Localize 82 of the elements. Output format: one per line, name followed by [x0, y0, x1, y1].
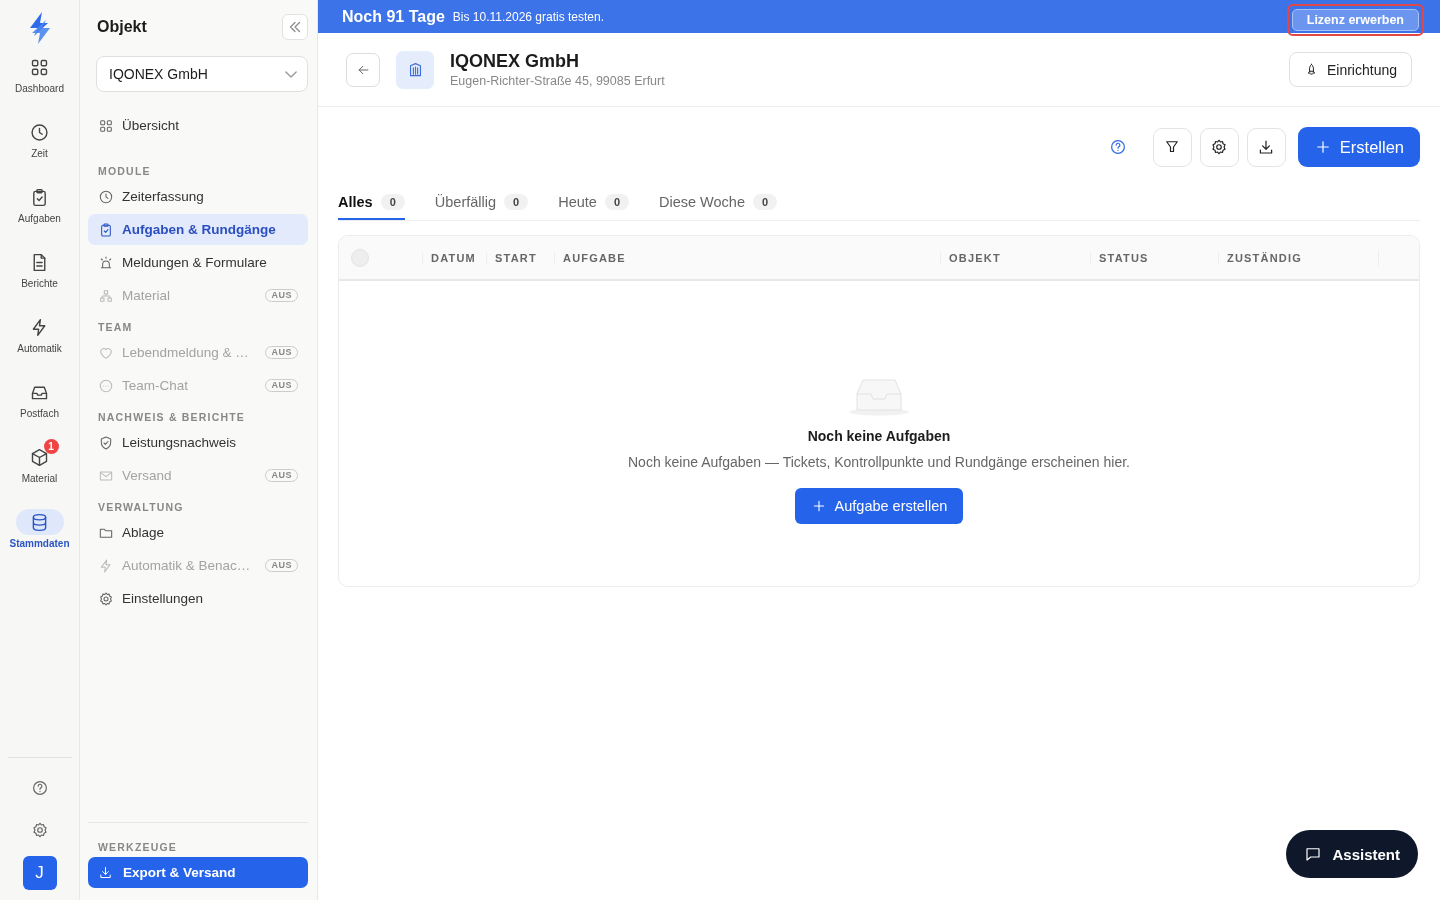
filter-button[interactable]: [1152, 127, 1192, 167]
chevron-down-icon: [285, 70, 297, 78]
column-header: ZUSTÄNDIG: [1218, 251, 1378, 264]
rail-label: Berichte: [21, 278, 58, 289]
banner-text: Bis 10.11.2026 gratis testen.: [452, 9, 605, 24]
clipboard-icon: [98, 221, 114, 238]
section-heading: VERWALTUNG: [97, 501, 185, 513]
sidebar-item[interactable]: Ablage: [88, 517, 308, 548]
rail-label: Automatik: [17, 343, 62, 354]
rail-label: Material: [21, 473, 58, 484]
download-button[interactable]: [1246, 127, 1286, 167]
settings-icon: [98, 590, 114, 607]
count-badge: 0: [752, 193, 778, 210]
sidebar-item[interactable]: Leistungsnachweis: [88, 427, 308, 458]
sidebar-item[interactable]: Einstellungen: [88, 583, 308, 614]
address-text: Eugen-Richter-Straße 45, 99085 Erfurt: [450, 74, 665, 88]
grid-icon: [98, 117, 114, 134]
rail-label: Zeit: [31, 148, 48, 159]
help-icon: [1108, 138, 1127, 156]
object-select[interactable]: IQONEX GmbH: [96, 56, 308, 92]
collapse-button[interactable]: [282, 14, 308, 40]
alarm-icon: [98, 254, 114, 271]
rail-nav-item[interactable]: Aufgaben: [1, 178, 78, 243]
column-header: STATUS: [1090, 251, 1218, 264]
rail-label: Dashboard: [15, 83, 64, 94]
filter-tab[interactable]: Überfällig 0: [434, 187, 529, 220]
section-heading: MODULE: [97, 165, 152, 177]
rail-nav-item[interactable]: Zeit: [1, 113, 78, 178]
rail-label: Aufgaben: [18, 213, 61, 224]
settings-button[interactable]: [1199, 127, 1239, 167]
nodes-icon: [98, 287, 114, 304]
empty-tray-icon: [847, 376, 911, 416]
help-icon: [30, 779, 49, 797]
export-button[interactable]: Export & Versand: [88, 857, 308, 888]
section-heading: TEAM: [97, 321, 134, 333]
sidebar-item[interactable]: Meldungen & Formulare: [88, 247, 308, 278]
rail-nav-item[interactable]: Automatik: [1, 308, 78, 373]
chat-bubble-icon: [98, 377, 114, 394]
count-badge: 0: [604, 193, 629, 210]
count-badge: 0: [504, 193, 529, 210]
rail-label: Stammdaten: [9, 538, 70, 549]
empty-title: Noch keine Aufgaben: [807, 428, 951, 444]
clock-icon: [98, 188, 114, 205]
avatar[interactable]: J: [22, 856, 57, 890]
count-badge: 0: [380, 193, 405, 210]
filter-tab[interactable]: Diese Woche 0: [659, 187, 778, 220]
cube-icon: [29, 446, 50, 468]
sidebar-item[interactable]: Aufgaben & Rundgänge: [88, 214, 308, 245]
column-header: DATUM: [422, 251, 486, 264]
settings-icon: [30, 821, 49, 839]
chat-bubble-icon: [1304, 845, 1323, 863]
sidebar-title: Objekt: [97, 18, 147, 36]
column-header: OBJEKT: [940, 251, 1090, 264]
empty-text: Noch keine Aufgaben — Tickets, Kontrollpunkte und Rundgänge erscheinen hier.: [628, 454, 1130, 470]
rail-label: Postfach: [20, 408, 59, 419]
assistant-button[interactable]: Assistent: [1286, 830, 1418, 878]
rail-nav-item[interactable]: 1 Material: [1, 438, 78, 503]
banner-title: Noch 91 Tage: [342, 7, 445, 26]
section-heading: NACHWEIS & BERICHTE: [97, 411, 247, 423]
rail-nav-item[interactable]: Berichte: [1, 243, 78, 308]
clock-icon: [29, 121, 50, 143]
notification-badge: 1: [43, 439, 59, 454]
rail-nav-item[interactable]: Postfach: [1, 373, 78, 438]
section-heading: WERKZEUGE: [97, 841, 179, 853]
help-button[interactable]: [1108, 138, 1127, 156]
setup-button[interactable]: Einrichtung: [1288, 52, 1412, 87]
logo-icon: [27, 12, 52, 44]
download-icon: [98, 865, 113, 880]
sidebar-item[interactable]: Übersicht: [88, 110, 308, 141]
create-button[interactable]: Erstellen: [1297, 127, 1420, 167]
lightning-icon: [98, 557, 114, 574]
settings-icon: [1210, 138, 1229, 156]
page-title: IQONEX GmbH: [450, 51, 580, 72]
create-task-button[interactable]: Aufgabe erstellen: [794, 488, 964, 524]
filter-tab[interactable]: Heute 0: [558, 187, 629, 220]
shield-icon: [98, 434, 114, 451]
filter-tab[interactable]: Alles 0: [338, 187, 405, 220]
rail-nav-item[interactable]: Dashboard: [1, 48, 78, 113]
rail-nav-item[interactable]: Stammdaten: [1, 503, 78, 568]
sidebar-item[interactable]: Zeiterfassung: [88, 181, 308, 212]
column-header: AUFGABE: [554, 251, 940, 264]
column-header: START: [486, 251, 554, 264]
